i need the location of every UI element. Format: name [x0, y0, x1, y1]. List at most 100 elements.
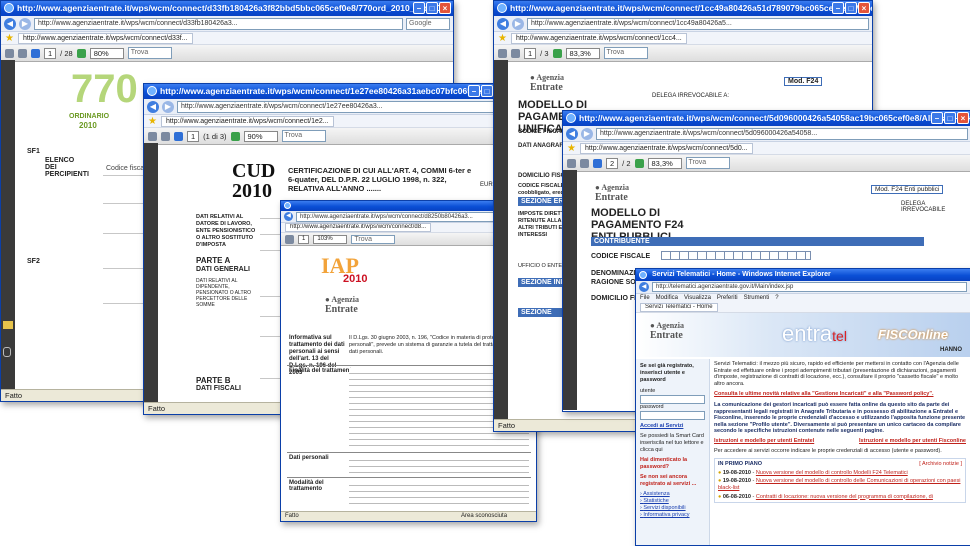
back-button[interactable]: ◀ — [284, 212, 293, 221]
titlebar[interactable]: http://www.agenziaentrate.it/wps/wcm/con… — [494, 1, 872, 16]
print-icon[interactable] — [498, 48, 507, 58]
print-icon[interactable] — [148, 131, 157, 141]
istruzioni-entratel-link[interactable]: Istruzioni e modello per utenti Entratel — [714, 438, 814, 445]
titlebar[interactable]: http://www.agenziaentrate.it/wps/wcm/con… — [1, 1, 453, 16]
forward-button[interactable]: ▶ — [512, 17, 524, 30]
prev-page-icon[interactable] — [174, 131, 183, 141]
sidebar-link-statistiche[interactable]: › Statistiche — [640, 498, 705, 505]
folder-icon[interactable] — [3, 321, 13, 329]
consulta-link[interactable]: Consulta le ultime novità relative alla … — [714, 391, 966, 398]
page-number-input[interactable]: 1 — [187, 130, 200, 142]
favorites-star-icon[interactable]: ★ — [148, 116, 157, 127]
address-bar[interactable]: http://www.agenziaentrate.it/wps/wcm/con… — [527, 17, 869, 30]
back-button[interactable]: ◀ — [4, 17, 16, 30]
close-button[interactable]: × — [957, 112, 969, 124]
menu-modifica[interactable]: Modifica — [656, 294, 678, 303]
menu-visualizza[interactable]: Visualizza — [684, 294, 711, 303]
istruzioni-fisconline-link[interactable]: Istruzioni e modello per utenti Fisconli… — [859, 438, 966, 445]
find-input[interactable]: Trova — [351, 234, 396, 244]
address-bar[interactable]: http://www.agenziaentrate.it/wps/wcm/con… — [177, 100, 505, 113]
zoom-select[interactable]: 90% — [243, 130, 278, 142]
address-bar[interactable]: http://www.agenziaentrate.it/wps/wcm/con… — [34, 17, 403, 30]
titlebar[interactable]: Servizi Telematici - Home - Windows Inte… — [636, 269, 970, 281]
browser-tab[interactable]: http://www.agenziaentrate.it/wps/wcm/con… — [510, 32, 687, 44]
browser-tab[interactable]: http://www.agenziaentrate.it/wps/wcm/con… — [579, 142, 753, 154]
browser-tab[interactable]: http://www.agenziaentrate.it/wps/wcm/con… — [160, 115, 334, 127]
sidebar-link-privacy[interactable]: › Informativa privacy — [640, 512, 705, 519]
forward-button[interactable]: ▶ — [162, 100, 174, 113]
save-icon[interactable] — [18, 48, 27, 58]
maximize-button[interactable]: □ — [845, 2, 857, 14]
page-number-input[interactable]: 1 — [44, 47, 57, 59]
browser-tab[interactable]: Servizi Telematici - Home — [640, 303, 718, 312]
print-icon[interactable] — [5, 48, 14, 58]
utente-input[interactable] — [640, 395, 705, 404]
news-link[interactable]: Contratti di locazione: nuova versione d… — [756, 494, 933, 500]
favorites-star-icon[interactable]: ★ — [567, 143, 576, 154]
zoom-select[interactable]: 80% — [89, 47, 124, 59]
browser-tab[interactable]: http://www.agenziaentrate.it/wps/wcm/con… — [285, 223, 432, 232]
news-link[interactable]: Nuova versione del modello di controllo … — [756, 470, 908, 476]
print-icon[interactable] — [567, 158, 576, 168]
accedi-link[interactable]: Accedi ai Servizi — [640, 423, 705, 430]
menu-file[interactable]: File — [640, 294, 650, 303]
back-button[interactable]: ◀ — [566, 127, 578, 140]
find-input[interactable]: Trova — [127, 47, 172, 59]
zoom-in-icon[interactable] — [634, 158, 644, 168]
forward-button[interactable]: ▶ — [581, 127, 593, 140]
zoom-in-icon[interactable] — [552, 48, 562, 58]
menu-strumenti[interactable]: Strumenti — [744, 294, 770, 303]
prev-page-icon[interactable] — [593, 158, 602, 168]
page-number-input[interactable]: 1 — [524, 47, 537, 59]
sidebar-link-assistenza[interactable]: › Assistenza — [640, 491, 705, 498]
search-box[interactable]: Google — [406, 17, 450, 30]
codice-fiscale-boxes[interactable] — [661, 251, 811, 260]
maximize-button[interactable]: □ — [426, 2, 438, 14]
favorites-star-icon[interactable]: ★ — [5, 33, 14, 44]
sidebar-link-servizi[interactable]: › Servizi disponibili — [640, 505, 705, 512]
find-input[interactable]: Trova — [281, 130, 326, 142]
address-bar[interactable]: http://www.agenziaentrate.it/wps/wcm/con… — [596, 127, 968, 140]
prev-page-icon[interactable] — [31, 48, 40, 58]
find-input[interactable]: Trova — [603, 47, 648, 59]
paperclip-icon[interactable] — [3, 347, 11, 357]
minimize-button[interactable]: – — [413, 2, 425, 14]
back-button[interactable]: ◀ — [639, 282, 649, 292]
password-input[interactable] — [640, 411, 705, 420]
titlebar[interactable]: http://www.agenziaentrate.it/wps/wcm/con… — [144, 84, 508, 99]
minimize-button[interactable]: – — [468, 85, 480, 97]
pdf-sidebar[interactable] — [494, 60, 508, 420]
zoom-select[interactable]: 83,3% — [647, 157, 682, 169]
close-button[interactable]: × — [439, 2, 451, 14]
address-bar[interactable]: http://telematici.agenziaentrate.gov.it/… — [652, 282, 967, 292]
non-registrato-link[interactable]: Se non sei ancora registrato ai servizi … — [640, 474, 705, 488]
menu-preferiti[interactable]: Preferiti — [717, 294, 738, 303]
pdf-sidebar[interactable] — [563, 170, 577, 410]
archivio-link[interactable]: [ Archivio notizie ] — [919, 461, 962, 468]
close-button[interactable]: × — [858, 2, 870, 14]
pdf-sidebar[interactable] — [144, 143, 158, 403]
minimize-button[interactable]: – — [832, 2, 844, 14]
zoom-in-icon[interactable] — [230, 131, 240, 141]
zoom-select[interactable]: 103% — [313, 234, 348, 244]
find-input[interactable]: Trova — [685, 157, 730, 169]
news-link[interactable]: Nuova versione del modello di controllo … — [718, 478, 960, 491]
save-icon[interactable] — [161, 131, 170, 141]
window-servizi-telematici[interactable]: Servizi Telematici - Home - Windows Inte… — [635, 268, 970, 546]
page-number-input[interactable]: 1 — [298, 234, 310, 244]
back-button[interactable]: ◀ — [147, 100, 159, 113]
back-button[interactable]: ◀ — [497, 17, 509, 30]
save-icon[interactable] — [580, 158, 589, 168]
zoom-in-icon[interactable] — [76, 48, 86, 58]
dimenticato-link[interactable]: Hai dimenticato la password? — [640, 457, 705, 471]
save-icon[interactable] — [511, 48, 520, 58]
maximize-button[interactable]: □ — [481, 85, 493, 97]
favorites-star-icon[interactable]: ★ — [498, 33, 507, 44]
minimize-button[interactable]: – — [931, 112, 943, 124]
page-number-input[interactable]: 2 — [606, 157, 619, 169]
zoom-select[interactable]: 83,3% — [565, 47, 600, 59]
browser-tab[interactable]: http://www.agenziaentrate.it/wps/wcm/con… — [17, 32, 193, 44]
forward-button[interactable]: ▶ — [19, 17, 31, 30]
print-icon[interactable] — [285, 234, 294, 244]
maximize-button[interactable]: □ — [944, 112, 956, 124]
